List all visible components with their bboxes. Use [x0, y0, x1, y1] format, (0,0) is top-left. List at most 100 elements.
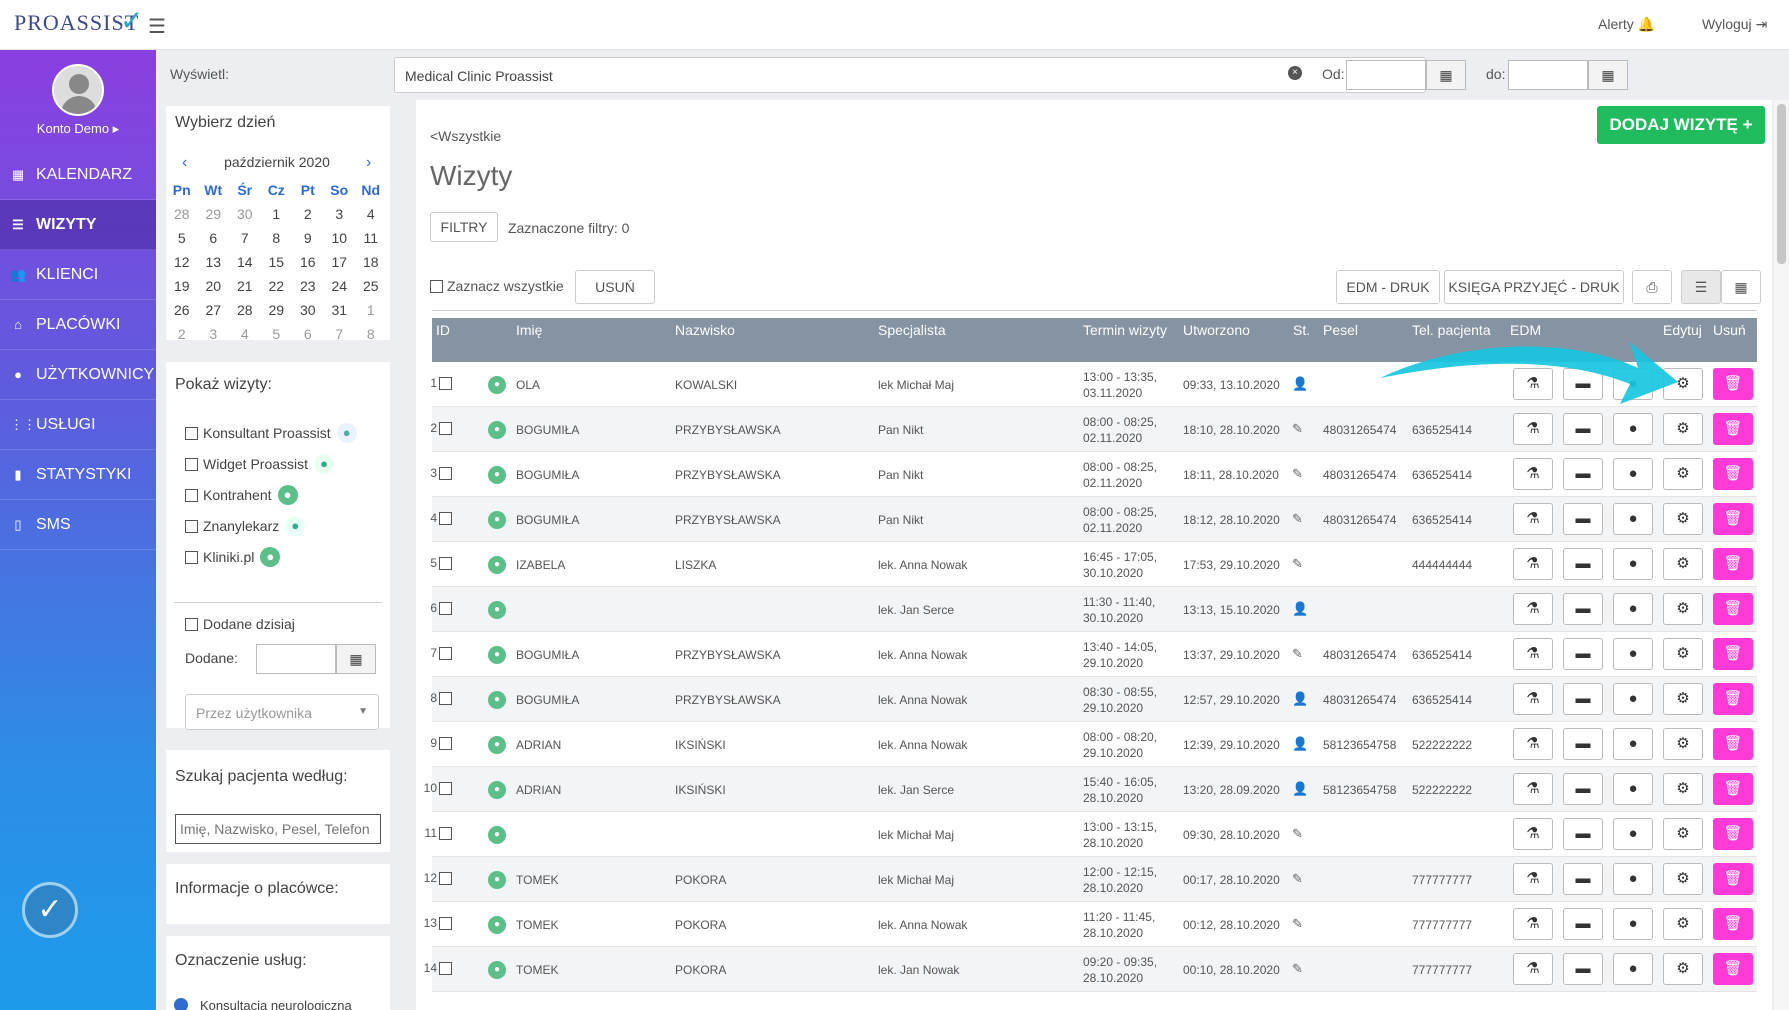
row-checkbox[interactable] [439, 511, 452, 525]
briefcase-icon[interactable]: ▬ [1563, 683, 1603, 715]
hamburger-menu-icon[interactable]: ☰ [148, 14, 166, 39]
edm-flask-icon[interactable]: ⚗ [1513, 728, 1553, 760]
table-row[interactable]: 12 ● TOMEK POKORA lek Michał Maj 12:00 - 12:1… [424, 857, 1757, 902]
calendar-day[interactable]: 31 [324, 302, 356, 318]
calendar-day[interactable]: 14 [229, 254, 261, 270]
checkbox[interactable] [185, 617, 198, 631]
admission-book-print-button[interactable]: KSIĘGA PRZYJĘĆ - DRUK [1444, 270, 1624, 304]
edit-gear-icon[interactable]: ⚙ [1663, 683, 1703, 715]
delete-trash-icon[interactable]: 🗑 [1713, 773, 1753, 805]
calendar-day[interactable]: 4 [229, 326, 261, 342]
calendar-day[interactable]: 29 [198, 206, 230, 222]
calendar-day[interactable]: 30 [229, 206, 261, 222]
briefcase-icon[interactable]: ▬ [1563, 908, 1603, 940]
calendar-day[interactable]: 22 [261, 278, 293, 294]
delete-trash-icon[interactable]: 🗑 [1713, 863, 1753, 895]
calendar-day[interactable]: 1 [355, 302, 387, 318]
edit-gear-icon[interactable]: ⚙ [1663, 863, 1703, 895]
calendar-view-icon[interactable]: ▦ [1721, 270, 1761, 304]
proassist-check-icon[interactable]: ✓ [22, 882, 78, 938]
calendar-day[interactable]: 28 [229, 302, 261, 318]
col-pesel[interactable]: Pesel [1323, 322, 1358, 338]
calendar-day[interactable]: 13 [198, 254, 230, 270]
clinic-select[interactable]: Medical Clinic Proassist × ▼ [394, 57, 1426, 93]
briefcase-icon[interactable]: ▬ [1563, 953, 1603, 985]
col-term[interactable]: Termin wizyty [1083, 322, 1167, 338]
patient-user-icon[interactable]: ● [1613, 863, 1653, 895]
row-checkbox[interactable] [439, 871, 452, 885]
avatar[interactable] [52, 64, 104, 116]
calendar-day[interactable]: 11 [355, 230, 387, 246]
patient-user-icon[interactable]: ● [1613, 683, 1653, 715]
edit-gear-icon[interactable]: ⚙ [1663, 548, 1703, 580]
edm-flask-icon[interactable]: ⚗ [1513, 908, 1553, 940]
calendar-day[interactable]: 27 [198, 302, 230, 318]
edm-flask-icon[interactable]: ⚗ [1513, 593, 1553, 625]
delete-selected-button[interactable]: USUŃ [575, 270, 655, 304]
added-calendar-icon[interactable]: ▦ [336, 644, 376, 674]
table-row[interactable]: 13 ● TOMEK POKORA lek. Anna Nowak 11:20 - 11:… [424, 902, 1757, 947]
calendar-day[interactable]: 4 [355, 206, 387, 222]
briefcase-icon[interactable]: ▬ [1563, 503, 1603, 535]
patient-user-icon[interactable]: ● [1613, 593, 1653, 625]
source-checkbox-3[interactable]: Kontrahent ● [185, 485, 298, 505]
patient-user-icon[interactable]: ● [1613, 638, 1653, 670]
delete-trash-icon[interactable]: 🗑 [1713, 593, 1753, 625]
calendar-day[interactable]: 26 [166, 302, 198, 318]
delete-trash-icon[interactable]: 🗑 [1713, 683, 1753, 715]
edm-flask-icon[interactable]: ⚗ [1513, 458, 1553, 490]
edm-flask-icon[interactable]: ⚗ [1513, 638, 1553, 670]
calendar-day[interactable]: 7 [229, 230, 261, 246]
delete-trash-icon[interactable]: 🗑 [1713, 413, 1753, 445]
edm-flask-icon[interactable]: ⚗ [1513, 683, 1553, 715]
col-status[interactable]: St. [1293, 322, 1310, 338]
checkbox[interactable] [185, 550, 198, 564]
checkbox[interactable] [185, 426, 198, 440]
col-created[interactable]: Utworzono [1183, 322, 1250, 338]
calendar-day[interactable]: 23 [292, 278, 324, 294]
briefcase-icon[interactable]: ▬ [1563, 818, 1603, 850]
edit-gear-icon[interactable]: ⚙ [1663, 413, 1703, 445]
account-menu[interactable]: Konto Demo ▸ [0, 121, 156, 137]
table-row[interactable]: 9 ● ADRIAN IKSIŃSKI lek. Anna Nowak 08:00 - 0… [430, 722, 1757, 767]
edit-gear-icon[interactable]: ⚙ [1663, 953, 1703, 985]
delete-trash-icon[interactable]: 🗑 [1713, 638, 1753, 670]
briefcase-icon[interactable]: ▬ [1563, 458, 1603, 490]
calendar-day[interactable]: 28 [166, 206, 198, 222]
calendar-day[interactable]: 10 [324, 230, 356, 246]
calendar-day[interactable]: 8 [355, 326, 387, 342]
sidebar-item-1[interactable]: ▦ KALENDARZ [0, 150, 156, 200]
edm-flask-icon[interactable]: ⚗ [1513, 503, 1553, 535]
edm-flask-icon[interactable]: ⚗ [1513, 953, 1553, 985]
edm-flask-icon[interactable]: ⚗ [1513, 548, 1553, 580]
patient-user-icon[interactable]: ● [1613, 728, 1653, 760]
row-checkbox[interactable] [439, 376, 452, 390]
row-checkbox[interactable] [439, 916, 452, 930]
calendar-day[interactable]: 19 [166, 278, 198, 294]
patient-user-icon[interactable]: ● [1613, 548, 1653, 580]
row-checkbox[interactable] [439, 556, 452, 570]
source-checkbox-5[interactable]: Kliniki.pl ● [185, 547, 281, 567]
briefcase-icon[interactable]: ▬ [1563, 593, 1603, 625]
table-row[interactable]: 8 ● BOGUMIŁA PRZYBYSŁAWSKA lek. Anna Nowak 08… [430, 677, 1757, 722]
from-date-input[interactable] [1346, 60, 1426, 90]
calendar-day[interactable]: 12 [166, 254, 198, 270]
edm-flask-icon[interactable]: ⚗ [1513, 413, 1553, 445]
row-checkbox[interactable] [439, 826, 452, 840]
edit-gear-icon[interactable]: ⚙ [1663, 593, 1703, 625]
delete-trash-icon[interactable]: 🗑 [1713, 368, 1753, 400]
calendar-day[interactable]: 6 [292, 326, 324, 342]
patient-user-icon[interactable]: ● [1613, 773, 1653, 805]
row-checkbox[interactable] [439, 466, 452, 480]
calendar-day[interactable]: 3 [198, 326, 230, 342]
row-checkbox[interactable] [439, 691, 452, 705]
table-row[interactable]: 3 ● BOGUMIŁA PRZYBYSŁAWSKA Pan Nikt 08:00 - 0… [430, 452, 1757, 497]
source-checkbox-4[interactable]: Znanylekarz ● [185, 516, 306, 536]
checkbox[interactable] [185, 457, 198, 471]
edit-gear-icon[interactable]: ⚙ [1663, 728, 1703, 760]
calendar-day[interactable]: 18 [355, 254, 387, 270]
calendar-day[interactable]: 3 [324, 206, 356, 222]
to-calendar-icon[interactable]: ▦ [1588, 60, 1628, 90]
alerts-link[interactable]: Alerty 🔔 [1598, 16, 1655, 33]
table-row[interactable]: 4 ● BOGUMIŁA PRZYBYSŁAWSKA Pan Nikt 08:00 - 0… [430, 497, 1757, 542]
